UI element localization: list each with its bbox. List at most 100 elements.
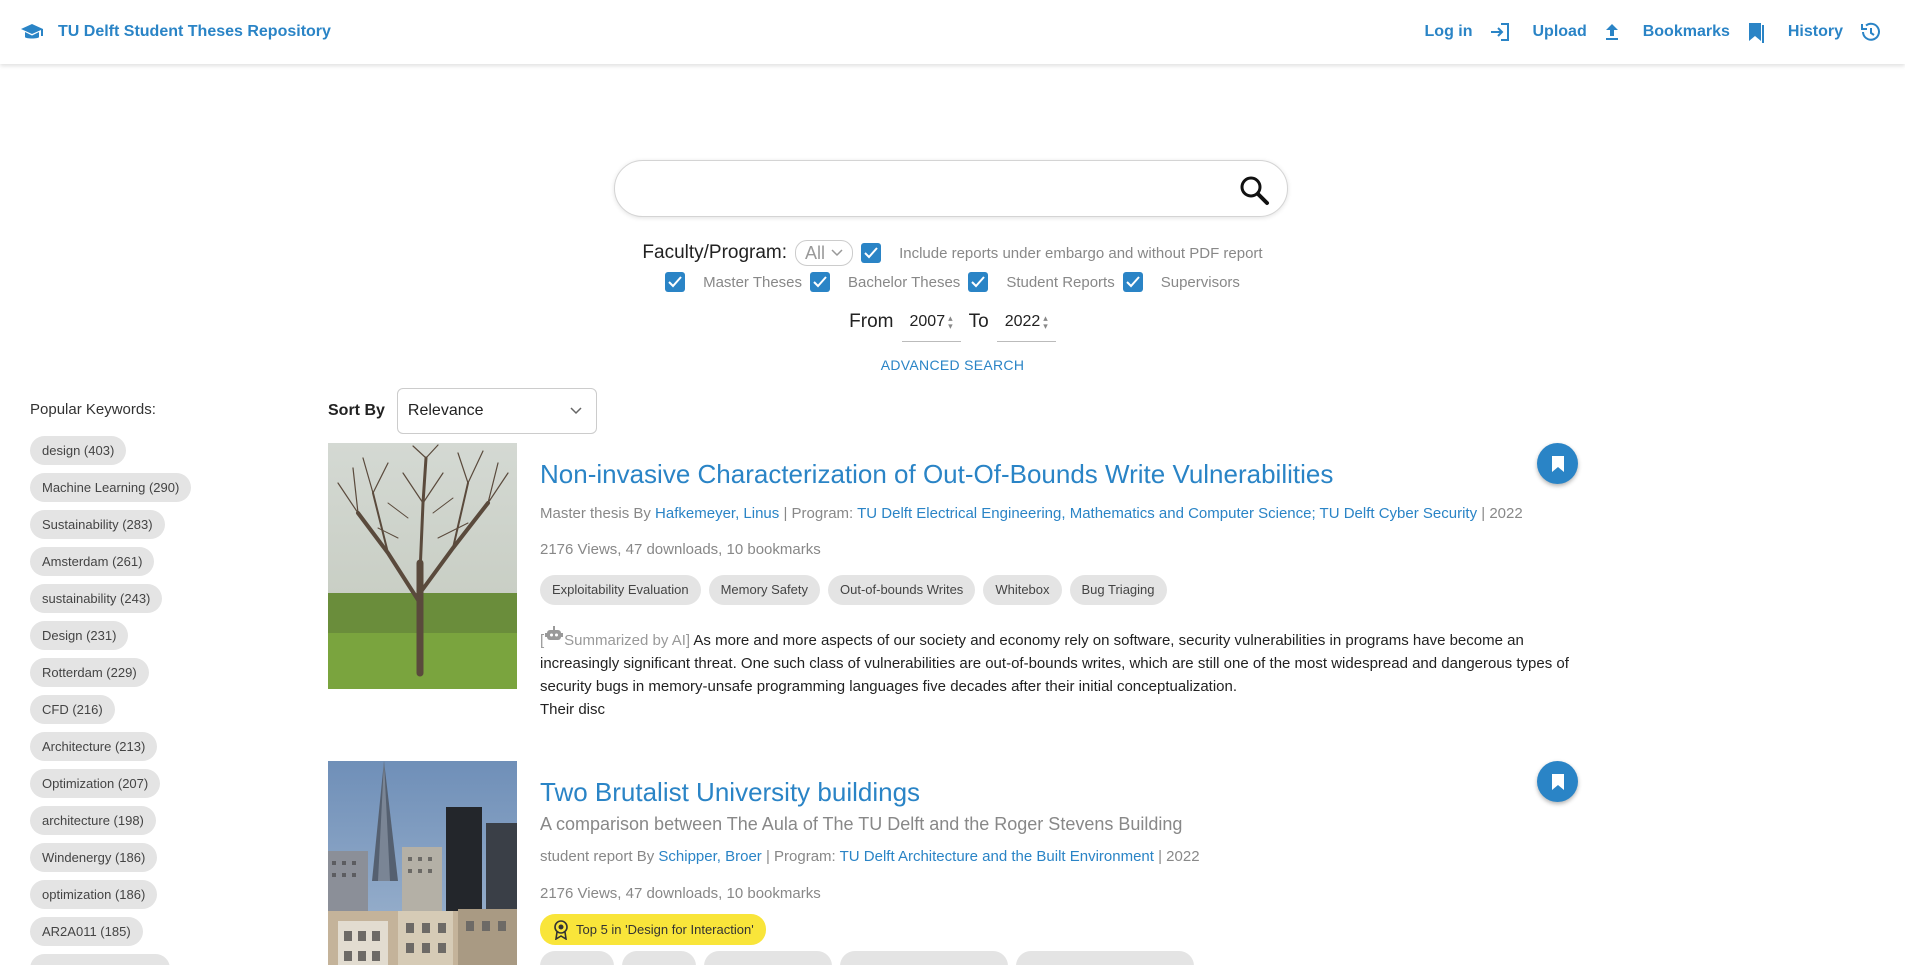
login-icon [1489,22,1511,42]
advanced-search-link[interactable]: ADVANCED SEARCH [0,357,1905,373]
embargo-checkbox[interactable] [861,243,882,263]
result-stats: 2176 Views, 47 downloads, 10 bookmarks [540,541,821,558]
bachelor-theses-label: Bachelor Theses [848,273,961,291]
program-label: | Program: [765,848,836,865]
faculty-label: Faculty/Program: [642,242,788,263]
to-year-input[interactable]: 2022 ▴ ▾ [996,302,1056,342]
search-button[interactable] [1235,171,1273,209]
program-link[interactable]: TU Delft Architecture and the Built Envi… [840,848,1154,865]
result-type: Master thesis By [540,505,651,522]
keyword-chip[interactable]: Architecture (213) [30,732,158,761]
award-row: Top 5 in 'Design for Interaction' [540,914,1570,945]
keyword-chip[interactable]: Amsterdam (261) [30,547,155,576]
to-label: To [968,311,989,332]
author-link[interactable]: Hafkemeyer, Linus [655,505,779,522]
bookmark-icon [1551,455,1565,473]
brand[interactable]: TU Delft Student Theses Repository [20,22,331,42]
login-link[interactable]: Log in [1425,22,1511,42]
embargo-label: Include reports under embargo and withou… [899,244,1263,262]
graduation-cap-icon [20,22,44,42]
tag-chip[interactable]: Bug Triaging [1069,575,1167,605]
tag-chip[interactable]: Exploitability Evaluation [540,575,701,605]
summary-text: As more and more aspects of our society … [540,632,1569,695]
app-title[interactable]: TU Delft Student Theses Repository [58,23,331,41]
to-year-value: 2022 [1004,312,1041,330]
bookmark-icon [1551,773,1565,791]
keywords-title: Popular Keywords: [30,401,156,418]
result-card: Two Brutalist University buildings A com… [328,761,1578,965]
keyword-chip[interactable]: sustainability (243) [30,584,163,613]
history-link[interactable]: History [1788,21,1881,43]
tag-chip[interactable]: Memory Safety [708,575,820,605]
upload-link[interactable]: Upload [1533,22,1621,42]
tag-chip[interactable] [540,951,614,965]
result-body: Non-invasive Characterization of Out-Of-… [540,443,1570,721]
result-body: Two Brutalist University buildings A com… [540,761,1570,965]
sort-value: Relevance [407,402,484,419]
upload-label: Upload [1532,23,1587,40]
result-title[interactable]: Two Brutalist University buildings [540,776,1570,808]
keyword-chip[interactable]: CFD (216) [30,695,115,724]
bookmarks-label: Bookmarks [1642,23,1730,40]
result-title[interactable]: Non-invasive Characterization of Out-Of-… [540,458,1570,490]
sort-label: Sort By [328,402,385,419]
award-badge[interactable]: Top 5 in 'Design for Interaction' [540,914,766,945]
master-theses-checkbox[interactable] [665,272,686,292]
keyword-chip[interactable]: design (403) [30,436,127,465]
result-tags: Exploitability Evaluation Memory Safety … [540,575,1570,605]
spinner-icon[interactable]: ▴ ▾ [948,313,953,330]
student-reports-label: Student Reports [1006,273,1115,291]
from-year-value: 2007 [909,312,946,330]
sort-select[interactable]: Relevance [396,388,597,434]
supervisors-checkbox[interactable] [1122,272,1143,292]
thesis-thumbnail[interactable] [328,443,517,689]
result-tags-partial [540,951,1570,965]
login-label: Log in [1424,23,1473,40]
keyword-chip-partial[interactable] [30,954,170,965]
faculty-select[interactable]: All [795,240,854,266]
bachelor-theses-checkbox[interactable] [810,272,831,292]
supervisors-label: Supervisors [1160,273,1240,291]
keyword-chip[interactable]: Design (231) [30,621,129,650]
tag-chip[interactable] [1016,951,1194,965]
program-link[interactable]: TU Delft Electrical Engineering, Mathema… [857,505,1477,522]
keyword-chip[interactable]: AR2A011 (185) [30,917,143,946]
author-link[interactable]: Schipper, Broer [658,848,761,865]
search-filters: Faculty/Program: All Include reports und… [0,236,1905,346]
from-year-input[interactable]: 2007 ▴ ▾ [901,302,961,342]
keyword-chip[interactable]: optimization (186) [30,880,158,909]
keyword-chip[interactable]: Rotterdam (229) [30,658,149,687]
tag-chip[interactable] [704,951,832,965]
from-label: From [849,311,894,332]
top-navbar: TU Delft Student Theses Repository Log i… [0,0,1905,64]
keyword-chip[interactable]: Optimization (207) [30,769,161,798]
tag-chip[interactable]: Out-of-bounds Writes [828,575,976,605]
keyword-chip[interactable]: Sustainability (283) [30,510,165,539]
award-icon [552,919,570,940]
program-label: | Program: [783,505,854,522]
bookmarks-link[interactable]: Bookmarks [1643,21,1766,43]
keywords-sidebar: Popular Keywords: design (403) Machine L… [30,400,250,965]
spinner-icon[interactable]: ▴ ▾ [1043,313,1048,330]
result-stats: 2176 Views, 47 downloads, 10 bookmarks [540,885,821,902]
history-label: History [1787,23,1843,40]
robot-icon [544,625,564,643]
nav-links: Log in Upload Bookmarks History [1425,21,1885,43]
chevron-down-icon [570,407,582,415]
bookmark-button[interactable] [1537,443,1578,484]
keyword-chip[interactable]: architecture (198) [30,806,156,835]
master-theses-label: Master Theses [703,273,803,291]
keyword-chip[interactable]: Machine Learning (290) [30,473,192,502]
bookmark-button[interactable] [1537,761,1578,802]
tag-chip[interactable] [840,951,1008,965]
upload-icon [1603,22,1621,42]
student-reports-checkbox[interactable] [968,272,989,292]
bookmark-icon [1746,21,1766,43]
sort-control: Sort By Relevance [328,388,597,434]
thesis-thumbnail[interactable] [328,761,517,965]
keyword-chip[interactable]: Windenergy (186) [30,843,158,872]
search-input[interactable] [639,171,1199,207]
tag-chip[interactable]: Whitebox [983,575,1062,605]
search-icon [1238,174,1270,206]
tag-chip[interactable] [622,951,696,965]
